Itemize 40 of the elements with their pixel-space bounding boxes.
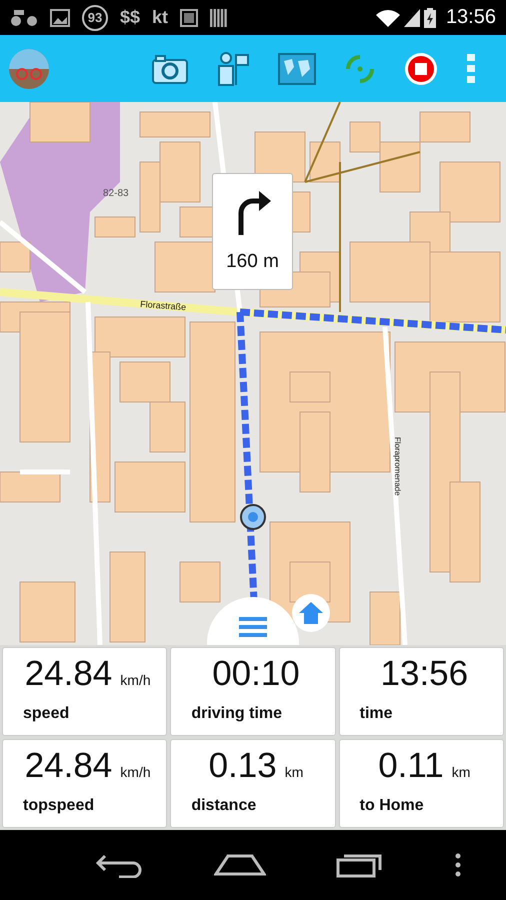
battery-icon	[424, 8, 436, 28]
home-icon	[299, 602, 323, 624]
camera-icon[interactable]	[152, 54, 188, 84]
status-time: 13:56	[446, 6, 496, 29]
stat-label: driving time	[190, 705, 284, 723]
street-name-label: Florastraße	[140, 299, 186, 312]
stat-unit: km/h	[120, 764, 151, 780]
notification-text: 93	[82, 4, 108, 30]
notification-text: kt	[152, 7, 168, 28]
stat-value: 13:56	[380, 654, 468, 694]
person-flag-icon[interactable]	[216, 52, 250, 86]
stat-value: 24.84	[24, 654, 112, 694]
stat-value: 00:10	[212, 654, 300, 694]
stat-label: speed	[22, 705, 70, 723]
back-icon[interactable]	[95, 852, 144, 878]
location-marker-icon	[240, 504, 266, 530]
overflow-menu-icon[interactable]	[454, 853, 461, 877]
stat-label: topspeed	[22, 797, 96, 815]
recent-apps-icon[interactable]	[336, 852, 384, 878]
stop-record-icon[interactable]	[404, 52, 438, 86]
notification-text: $$	[120, 7, 140, 28]
turn-distance: 160 m	[226, 250, 279, 272]
stat-value: 0.13	[208, 746, 277, 786]
home-nav-icon[interactable]	[214, 854, 266, 876]
stat-unit: km	[452, 764, 470, 780]
world-map-icon[interactable]	[278, 52, 316, 84]
stat-label: distance	[190, 797, 258, 815]
image-icon	[50, 8, 70, 26]
bicycle-avatar-icon[interactable]	[8, 48, 50, 90]
stat-unit: km/h	[120, 672, 151, 688]
signal-icon	[404, 8, 420, 26]
stat-value: 0.11	[378, 746, 444, 786]
stat-value: 24.84	[24, 746, 112, 786]
wifi-icon	[376, 8, 400, 26]
menu-icon	[239, 617, 267, 637]
street-name-label: Florapromenade	[393, 437, 402, 496]
stat-label: to Home	[358, 797, 425, 815]
stat-label: time	[358, 705, 394, 723]
house-number-label: 82-83	[103, 188, 129, 199]
stat-unit: km	[284, 764, 304, 780]
